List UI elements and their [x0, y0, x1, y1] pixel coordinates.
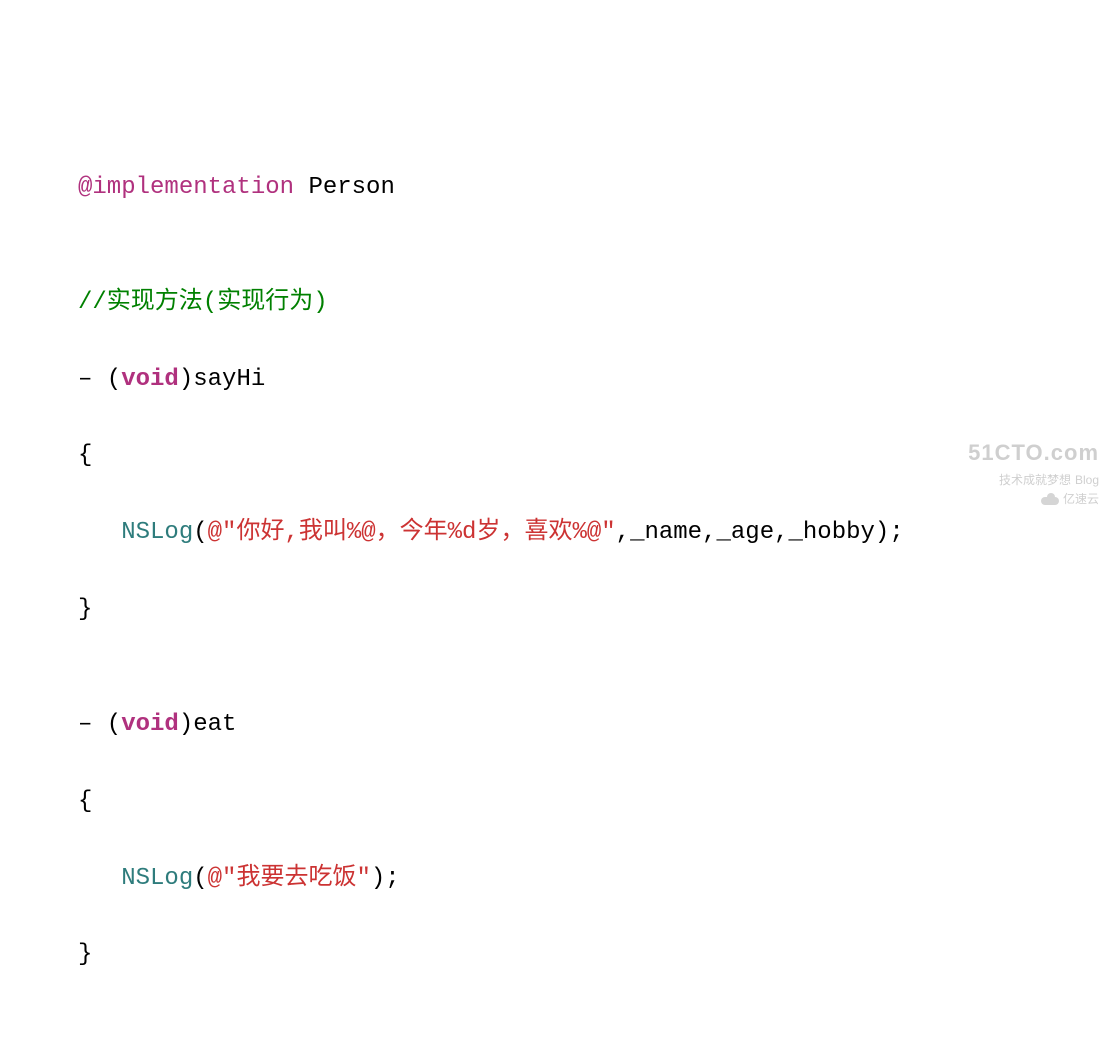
- nslog-call: NSLog: [121, 519, 193, 546]
- method-prefix: – (: [78, 366, 121, 393]
- code-block: @implementation Person //实现方法(实现行为) – (v…: [78, 169, 1031, 1038]
- code-line-10-brace: {: [78, 783, 1031, 821]
- code-line-9: – (void)eat: [78, 706, 1031, 744]
- watermark-main: 51CTO.com: [968, 435, 1099, 470]
- watermark-tagline: 技术成就梦想: [999, 471, 1071, 490]
- indent: [78, 519, 121, 546]
- return-type: void: [121, 366, 179, 393]
- method-name: )eat: [179, 711, 237, 738]
- code-line-6: NSLog(@"你好,我叫%@，今年%d岁，喜欢%@",_name,_age,_…: [78, 514, 1031, 552]
- string-literal: "你好,我叫%@，今年%d岁，喜欢%@": [222, 519, 616, 546]
- code-line-3-comment: //实现方法(实现行为): [78, 284, 1031, 322]
- code-line-1: @implementation Person: [78, 169, 1031, 207]
- watermark-blog: Blog: [1075, 471, 1099, 490]
- method-name: )sayHi: [179, 366, 265, 393]
- at-sign: @: [208, 865, 222, 892]
- cloud-icon: [1041, 493, 1059, 505]
- code-line-5-brace: {: [78, 437, 1031, 475]
- code-line-12-brace: }: [78, 936, 1031, 974]
- class-name: Person: [294, 174, 395, 201]
- return-type: void: [121, 711, 179, 738]
- code-line-7-brace: }: [78, 591, 1031, 629]
- watermark-brand: 亿速云: [1063, 490, 1099, 509]
- watermark-sub-row-2: 亿速云: [968, 490, 1099, 509]
- args: );: [371, 865, 400, 892]
- method-prefix: – (: [78, 711, 121, 738]
- paren-open: (: [193, 865, 207, 892]
- at-sign: @: [208, 519, 222, 546]
- paren-open: (: [193, 519, 207, 546]
- args: ,_name,_age,_hobby);: [616, 519, 904, 546]
- code-line-4: – (void)sayHi: [78, 361, 1031, 399]
- watermark-sub-row-1: 技术成就梦想 Blog: [968, 471, 1099, 490]
- code-line-11: NSLog(@"我要去吃饭");: [78, 860, 1031, 898]
- nslog-call: NSLog: [121, 865, 193, 892]
- directive-keyword: @implementation: [78, 174, 294, 201]
- watermark: 51CTO.com 技术成就梦想 Blog 亿速云: [968, 435, 1099, 509]
- indent: [78, 865, 121, 892]
- string-literal: "我要去吃饭": [222, 865, 371, 892]
